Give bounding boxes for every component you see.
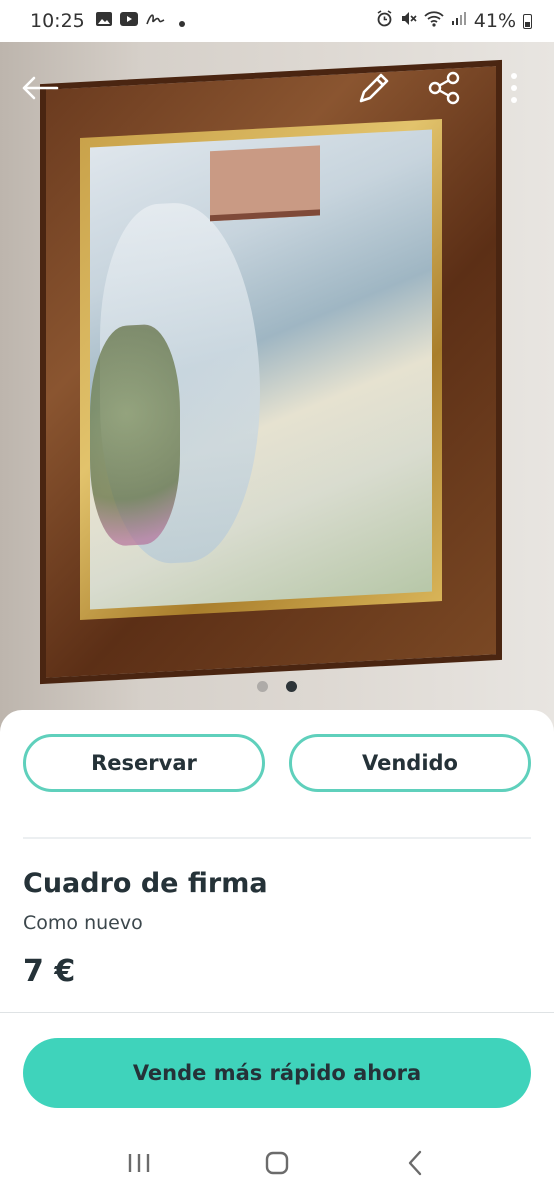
divider <box>23 837 531 839</box>
image-pager <box>0 681 554 692</box>
status-bar: 10:25 41% <box>0 0 554 42</box>
gilt-frame-border <box>80 119 442 621</box>
edit-pencil-icon[interactable] <box>354 68 394 108</box>
wifi-icon <box>424 10 444 32</box>
status-icons-left <box>95 10 185 32</box>
reserve-button[interactable]: Reservar <box>23 734 265 792</box>
painting-house <box>210 145 320 222</box>
product-title: Cuadro de firma <box>23 868 268 899</box>
pager-dot[interactable] <box>257 681 268 692</box>
signal-icon <box>451 11 467 31</box>
status-time: 10:25 <box>30 10 85 32</box>
youtube-icon <box>119 10 139 32</box>
product-condition: Como nuevo <box>23 912 143 934</box>
status-icons-right: 41% <box>376 10 532 32</box>
painting-canvas <box>90 129 432 610</box>
system-navigation-bar <box>0 1126 554 1200</box>
action-buttons: Reservar Vendido <box>23 734 531 792</box>
home-icon[interactable] <box>257 1143 297 1183</box>
painting-trees <box>90 322 180 548</box>
sold-button[interactable]: Vendido <box>289 734 531 792</box>
mute-icon <box>400 10 417 32</box>
gallery-icon <box>95 10 113 32</box>
battery-text: 41% <box>473 10 516 32</box>
divider <box>0 1012 554 1013</box>
product-detail-sheet: Reservar Vendido Cuadro de firma Como nu… <box>0 710 554 1200</box>
back-arrow-icon[interactable] <box>20 68 60 108</box>
product-image-carousel[interactable] <box>0 42 554 732</box>
product-price: 7 € <box>23 954 76 989</box>
more-vert-icon[interactable] <box>494 68 534 108</box>
alarm-icon <box>376 10 393 32</box>
recents-icon[interactable] <box>119 1143 159 1183</box>
share-icon[interactable] <box>424 68 464 108</box>
back-icon[interactable] <box>395 1143 435 1183</box>
battery-icon <box>523 13 532 29</box>
sell-faster-button[interactable]: Vende más rápido ahora <box>23 1038 531 1108</box>
product-image-frame <box>40 59 502 685</box>
signature-icon <box>145 10 165 32</box>
dot-icon <box>178 10 185 32</box>
pager-dot-active[interactable] <box>286 681 297 692</box>
